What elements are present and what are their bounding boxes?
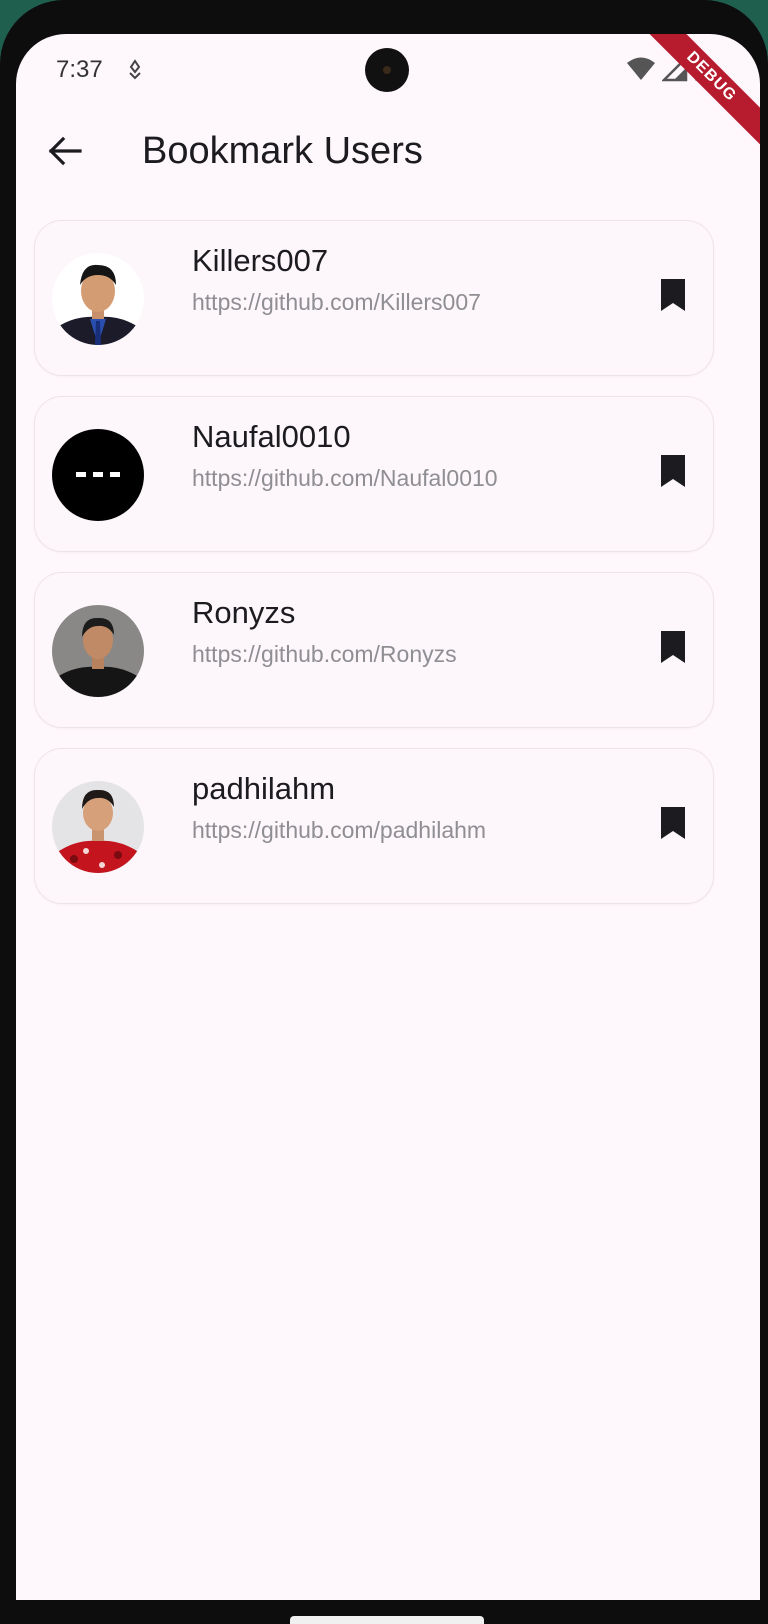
avatar	[52, 429, 144, 521]
user-card[interactable]: Ronyzs https://github.com/Ronyzs	[34, 572, 714, 728]
bookmark-button[interactable]	[647, 799, 699, 851]
camera-cutout	[365, 48, 409, 92]
bookmark-button[interactable]	[647, 271, 699, 323]
page-title: Bookmark Users	[142, 130, 423, 172]
user-url: https://github.com/Ronyzs	[192, 641, 457, 667]
avatar	[52, 253, 144, 345]
user-card[interactable]: Killers007 https://github.com/Killers007	[34, 220, 714, 376]
bookmark-user-list: Killers007 https://github.com/Killers007	[34, 220, 714, 924]
screen: 7:37 DEBUG Bookmark Users Killers007 htt…	[16, 34, 760, 1600]
user-name: Ronyzs	[192, 595, 296, 630]
status-time: 7:37	[56, 56, 103, 83]
bookmark-filled-icon	[660, 806, 686, 845]
bookmark-filled-icon	[660, 454, 686, 493]
user-card[interactable]: padhilahm https://github.com/padhilahm	[34, 748, 714, 904]
bookmark-filled-icon	[660, 630, 686, 669]
location-pin-icon	[124, 58, 146, 82]
user-card[interactable]: Naufal0010 https://github.com/Naufal0010	[34, 396, 714, 552]
user-url: https://github.com/Naufal0010	[192, 465, 498, 491]
bookmark-button[interactable]	[647, 447, 699, 499]
user-name: padhilahm	[192, 771, 336, 806]
avatar	[52, 605, 144, 697]
device-frame: 7:37 DEBUG Bookmark Users Killers007 htt…	[0, 0, 768, 1624]
user-name: Killers007	[192, 243, 329, 278]
system-nav-bar	[0, 1600, 768, 1624]
app-bar: Bookmark Users	[16, 114, 760, 192]
user-url: https://github.com/Killers007	[192, 289, 481, 315]
avatar	[52, 781, 144, 873]
user-name: Naufal0010	[192, 419, 351, 454]
bookmark-button[interactable]	[647, 623, 699, 675]
wifi-icon	[626, 56, 656, 87]
bookmark-filled-icon	[660, 278, 686, 317]
arrow-left-icon	[48, 136, 82, 171]
status-bar: 7:37 DEBUG	[16, 34, 760, 154]
user-url: https://github.com/padhilahm	[192, 817, 487, 843]
back-button[interactable]	[38, 126, 92, 180]
home-indicator[interactable]	[290, 1616, 484, 1624]
